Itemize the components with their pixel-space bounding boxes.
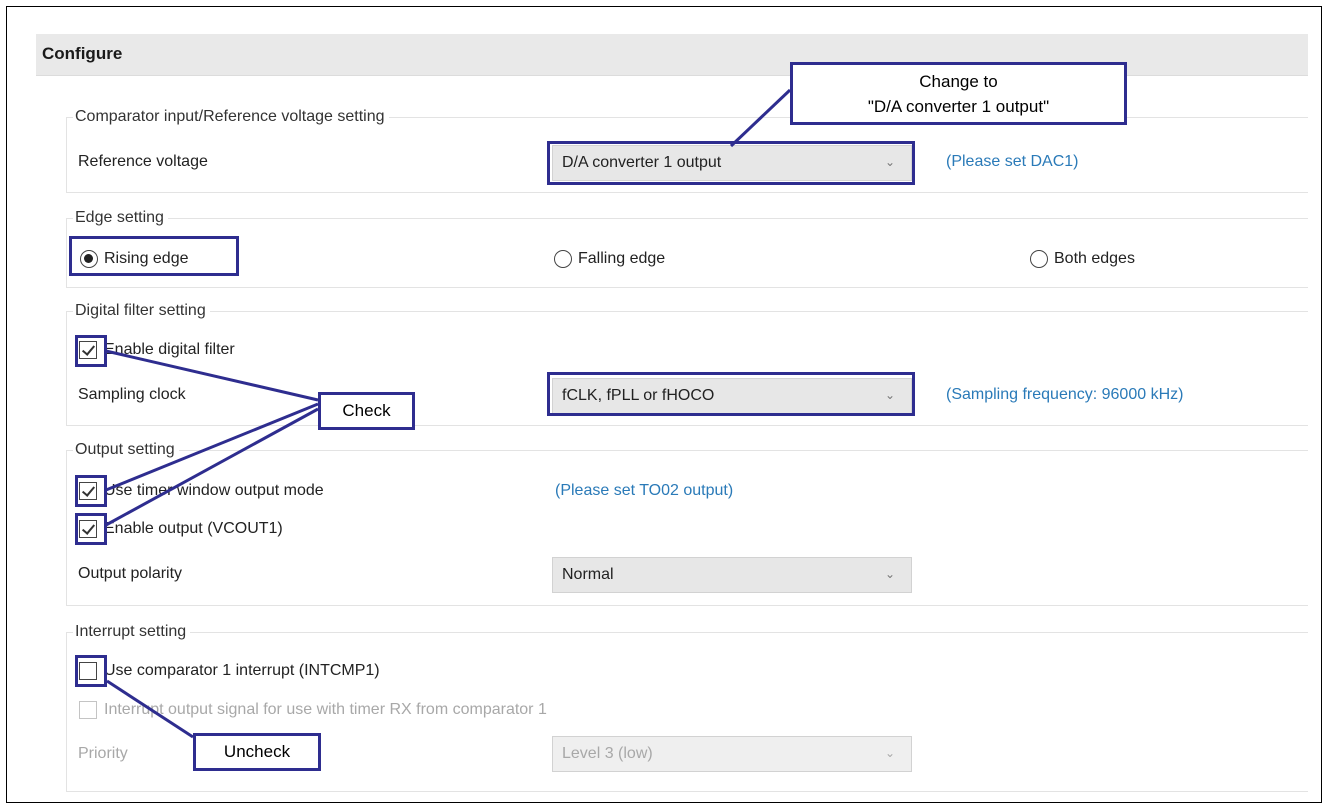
uncheck-callout: Uncheck (193, 733, 321, 771)
change-to-callout: Change to "D/A converter 1 output" (790, 62, 1127, 125)
change-to-line2: "D/A converter 1 output" (867, 97, 1050, 116)
check-callout: Check (318, 392, 415, 430)
annotation-connector-lines (105, 88, 792, 739)
change-to-line1: Change to (919, 72, 998, 91)
